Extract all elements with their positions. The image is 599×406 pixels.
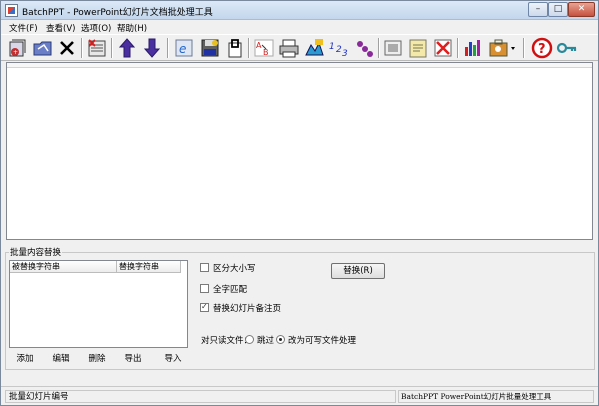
svg-text:?: ?: [538, 42, 546, 57]
toolbar: + e AB 1 2 3 ?: [1, 34, 598, 61]
skip-radio[interactable]: [245, 335, 254, 344]
save-button[interactable]: [199, 37, 221, 59]
delete-button[interactable]: [56, 37, 78, 59]
browser-icon: e: [175, 39, 193, 57]
toolbox-button[interactable]: [488, 37, 518, 59]
menu-bar: 文件(F) 查看(V) 选项(O) 帮助(H): [1, 20, 598, 34]
window-title: BatchPPT - PowerPoint幻灯片文档批处理工具: [22, 8, 213, 18]
app-icon: [5, 4, 18, 17]
svg-text:e: e: [179, 42, 186, 56]
toolbar-separator: [81, 38, 83, 58]
make-writable-radio[interactable]: [276, 335, 285, 344]
whole-word-checkbox[interactable]: [200, 284, 209, 293]
image-icon: [305, 39, 324, 56]
export-button[interactable]: 导出: [120, 351, 146, 364]
make-writable-label: 改为可写文件处理: [288, 336, 357, 346]
toolbar-separator: [457, 38, 459, 58]
title-bar: BatchPPT - PowerPoint幻灯片文档批处理工具 – □ ✕: [1, 1, 598, 20]
replace-text-icon: AB: [254, 39, 274, 57]
clear-icon: [434, 39, 452, 57]
print-button[interactable]: [278, 37, 300, 59]
link-icon: [357, 41, 373, 57]
delete-entry-button[interactable]: 删除: [84, 351, 110, 364]
print-icon: [279, 39, 299, 58]
status-left: 批量幻灯片编号: [5, 390, 396, 403]
help-button[interactable]: ?: [531, 37, 553, 59]
statistics-icon: [465, 40, 480, 56]
match-case-checkbox[interactable]: [200, 263, 209, 272]
move-up-icon: [118, 38, 136, 58]
save-icon: [201, 39, 219, 57]
column-find-header[interactable]: 被替换字符串: [10, 261, 117, 273]
menu-options[interactable]: 选项(O): [81, 22, 111, 34]
whole-word-label: 全字匹配: [213, 285, 248, 295]
toolbox-icon: [489, 39, 515, 57]
notes-button[interactable]: [407, 37, 429, 59]
link-button[interactable]: [353, 37, 375, 59]
toolbar-separator: [523, 38, 525, 58]
status-bar: 批量幻灯片编号 BatchPPT PowerPoint幻灯片批量处理工具: [1, 386, 598, 405]
remove-list-icon: [88, 39, 106, 57]
toolbar-separator: [248, 38, 250, 58]
remove-list-button[interactable]: [86, 37, 108, 59]
move-up-button[interactable]: [116, 37, 138, 59]
svg-text:3: 3: [342, 49, 348, 59]
help-icon: ?: [531, 37, 553, 59]
menu-file[interactable]: 文件(F): [9, 22, 38, 34]
open-icon: [228, 39, 242, 58]
maximize-button[interactable]: □: [548, 2, 568, 17]
column-replace-header[interactable]: 替换字符串: [117, 261, 181, 273]
numbering-icon: 123: [329, 42, 348, 59]
add-folder-icon: [33, 41, 52, 56]
svg-text:+: +: [13, 49, 18, 56]
numbering-button[interactable]: 123: [328, 37, 350, 59]
clear-button[interactable]: [432, 37, 454, 59]
add-files-icon: +: [9, 39, 26, 57]
app-window: BatchPPT - PowerPoint幻灯片文档批处理工具 – □ ✕ 文件…: [0, 0, 599, 406]
menu-help[interactable]: 帮助(H): [117, 22, 147, 34]
match-case-label: 区分大小写: [213, 264, 256, 274]
image-button[interactable]: [303, 37, 325, 59]
toolbar-separator: [378, 38, 380, 58]
replace-button[interactable]: 替换(R): [331, 263, 385, 279]
file-list[interactable]: [6, 62, 593, 240]
svg-text:1: 1: [329, 42, 335, 52]
slide-icon: [384, 40, 402, 56]
browser-button[interactable]: e: [173, 37, 195, 59]
replace-table[interactable]: 被替换字符串 替换字符串: [9, 260, 188, 348]
move-down-button[interactable]: [141, 37, 163, 59]
move-down-icon: [143, 38, 161, 58]
key-button[interactable]: [556, 37, 578, 59]
add-button[interactable]: 添加: [12, 351, 38, 364]
add-folder-button[interactable]: [32, 37, 54, 59]
add-files-button[interactable]: +: [7, 37, 29, 59]
replace-text-button[interactable]: AB: [253, 37, 275, 59]
open-button[interactable]: [224, 37, 246, 59]
file-list-header: [7, 63, 592, 68]
replace-notes-label: 替换幻灯片备注页: [213, 304, 282, 314]
menu-view[interactable]: 查看(V): [46, 22, 75, 34]
toolbar-separator: [111, 38, 113, 58]
toolbar-separator: [167, 38, 169, 58]
notes-icon: [409, 39, 427, 58]
edit-button[interactable]: 编辑: [48, 351, 74, 364]
statistics-button[interactable]: [462, 37, 484, 59]
delete-icon: [60, 41, 74, 55]
replace-notes-checkbox[interactable]: [200, 302, 209, 312]
close-button[interactable]: ✕: [568, 2, 595, 17]
svg-text:A: A: [256, 41, 262, 50]
key-icon: [556, 42, 577, 54]
slide-button[interactable]: [382, 37, 404, 59]
skip-label: 跳过: [257, 336, 275, 346]
batch-replace-label: 批量内容替换: [9, 246, 63, 258]
status-right: BatchPPT PowerPoint幻灯片批量处理工具: [398, 390, 594, 403]
svg-text:B: B: [263, 48, 269, 57]
import-button[interactable]: 导入: [160, 351, 186, 364]
minimize-button[interactable]: –: [528, 2, 548, 17]
